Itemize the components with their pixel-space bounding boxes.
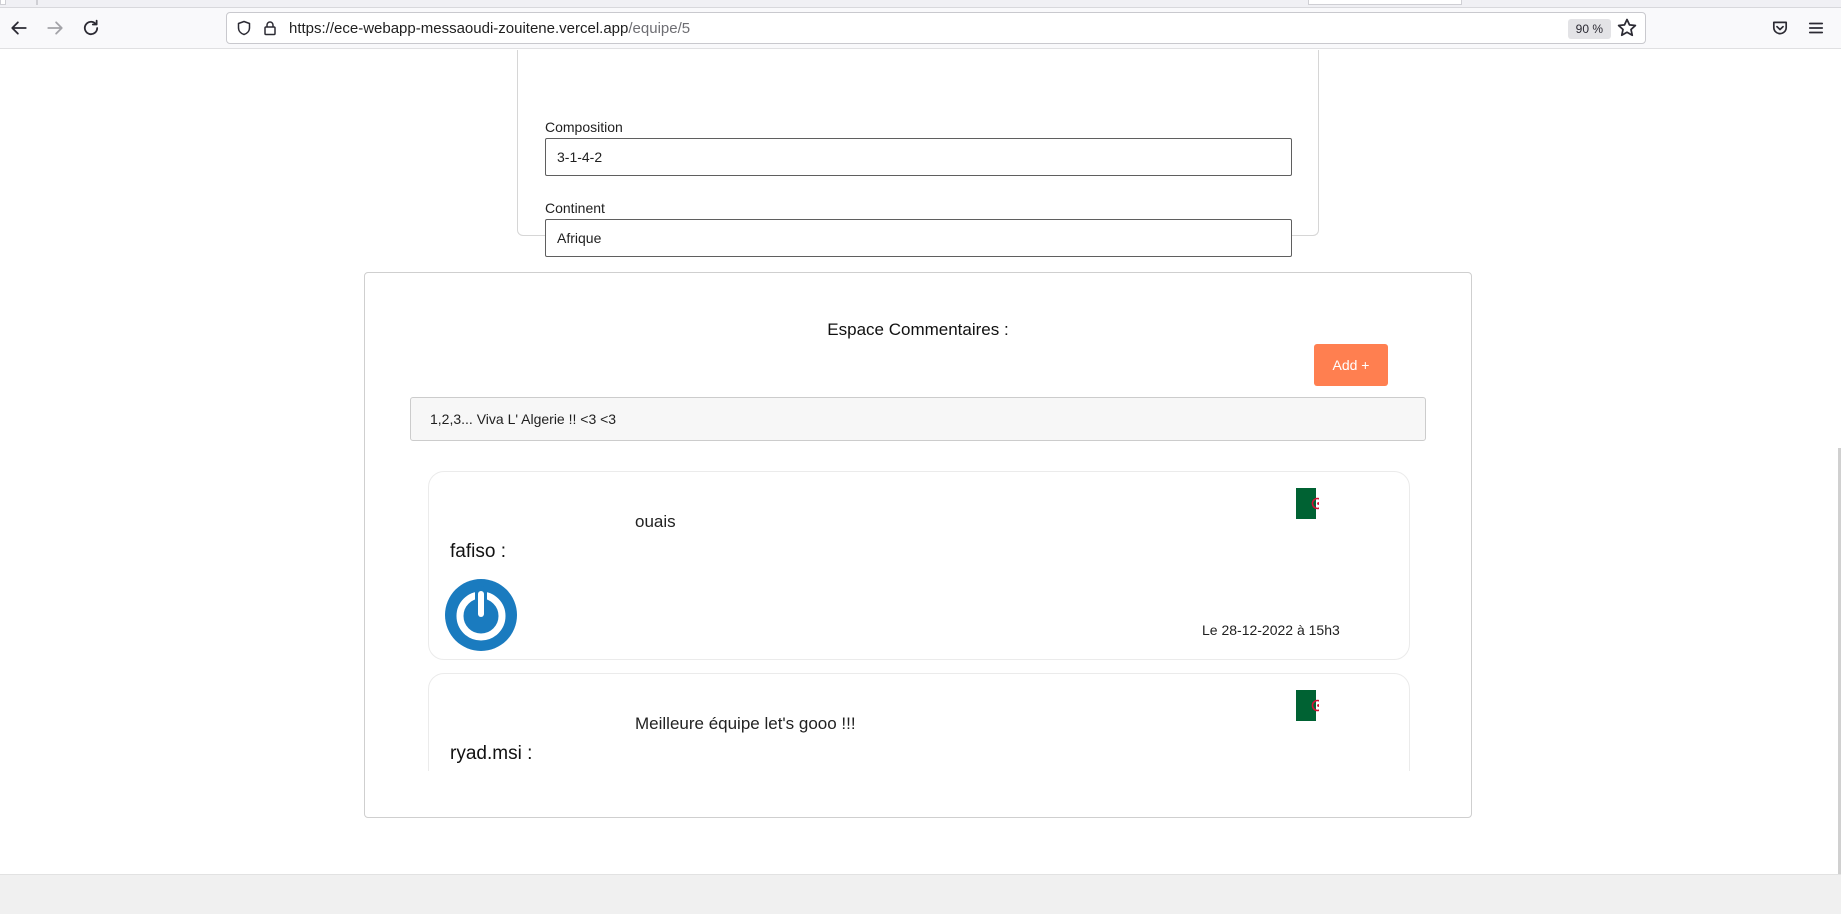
reload-icon [83,19,99,36]
comments-title: Espace Commentaires : [827,320,1009,339]
comment-input[interactable]: 1,2,3... Viva L' Algerie !! <3 <3 [410,397,1426,441]
page-footer [0,874,1841,914]
url-text[interactable]: https://ece-webapp-messaoudi-zouitene.ve… [289,20,690,37]
hamburger-menu-icon [1808,22,1824,34]
url-host: https://ece-webapp-messaoudi-zouitene.ve… [289,19,629,37]
continent-label: Continent [545,200,605,216]
forward-button[interactable] [40,13,70,43]
star-icon[interactable] [1617,18,1637,38]
comments-section: Espace Commentaires : Add + 1,2,3... Viv… [364,272,1472,818]
comment-card: Meilleure équipe let's gooo !!! ryad.msi… [428,673,1410,771]
address-bar[interactable]: https://ece-webapp-messaoudi-zouitene.ve… [226,12,1646,44]
add-comment-button[interactable]: Add + [1314,344,1388,386]
team-info-card: Composition 3-1-4-2 Continent Afrique [517,50,1319,257]
composition-label: Composition [545,119,623,135]
comment-list[interactable]: ouais fafiso : Le 28-12-2022 à 15h3 Meil… [410,471,1430,771]
tab-strip [0,0,1841,8]
url-path: /equipe/5 [628,19,691,37]
lock-icon[interactable] [261,19,279,37]
comment-card: ouais fafiso : Le 28-12-2022 à 15h3 [428,471,1410,660]
avatar [445,579,517,651]
comment-author: fafiso : [450,541,506,562]
back-button[interactable] [4,13,34,43]
browser-toolbar: https://ece-webapp-messaoudi-zouitene.ve… [0,8,1841,49]
comment-date: Le 28-12-2022 à 15h3 [1202,622,1340,638]
tab-edge[interactable] [1308,0,1462,5]
comment-text: Meilleure équipe let's gooo !!! [635,714,856,733]
page-content: Composition 3-1-4-2 Continent Afrique Es… [0,50,1841,874]
pocket-icon [1772,21,1788,35]
shield-icon[interactable] [235,19,253,37]
tab-separator [36,0,38,5]
arrow-right-icon [47,21,63,35]
algeria-flag-icon [1296,488,1324,519]
menu-button[interactable] [1801,13,1831,43]
reload-button[interactable] [76,13,106,43]
arrow-left-icon [11,21,27,35]
composition-field[interactable]: 3-1-4-2 [545,138,1292,176]
comment-author: ryad.msi : [450,743,533,764]
continent-field[interactable]: Afrique [545,219,1292,257]
algeria-flag-icon [1296,690,1324,721]
zoom-level-badge[interactable]: 90 % [1567,19,1611,39]
power-avatar-icon [445,579,517,651]
tab-edge[interactable] [0,0,6,5]
pocket-button[interactable] [1765,13,1795,43]
comment-text: ouais [635,512,676,531]
